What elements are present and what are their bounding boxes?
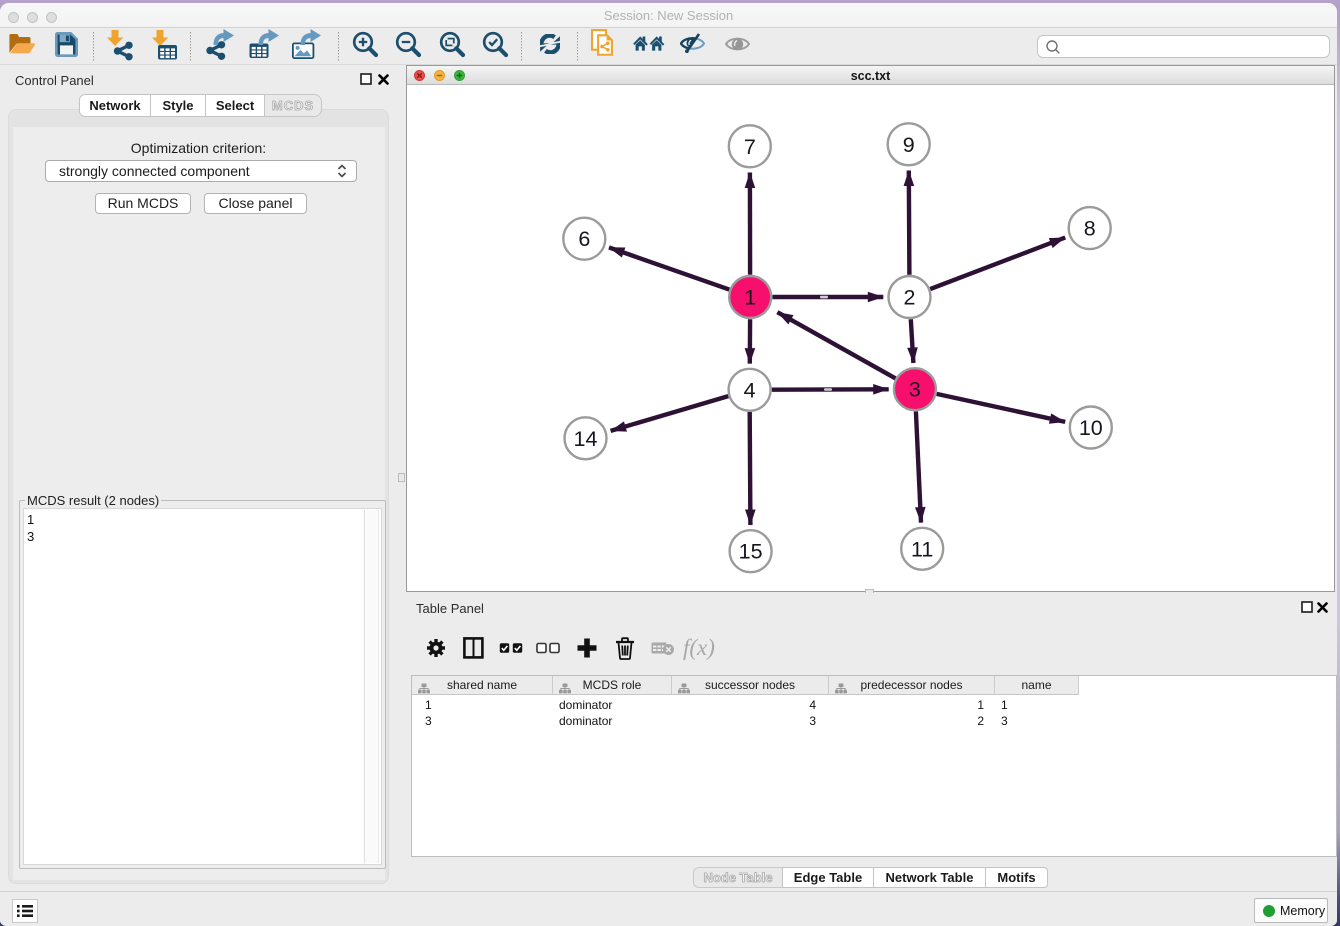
svg-text:3: 3: [909, 378, 921, 402]
svg-text:7: 7: [744, 135, 756, 159]
svg-text:f(x): f(x): [683, 635, 715, 660]
svg-text:1: 1: [744, 286, 756, 310]
svg-text:14: 14: [574, 427, 598, 451]
svg-text:8: 8: [1084, 217, 1096, 241]
svg-text:9: 9: [903, 133, 915, 157]
svg-text:4: 4: [744, 378, 756, 402]
svg-text:2: 2: [904, 286, 916, 310]
svg-text:11: 11: [911, 537, 933, 561]
svg-text:15: 15: [739, 540, 763, 564]
svg-text:10: 10: [1079, 416, 1103, 440]
svg-text:6: 6: [578, 227, 590, 251]
